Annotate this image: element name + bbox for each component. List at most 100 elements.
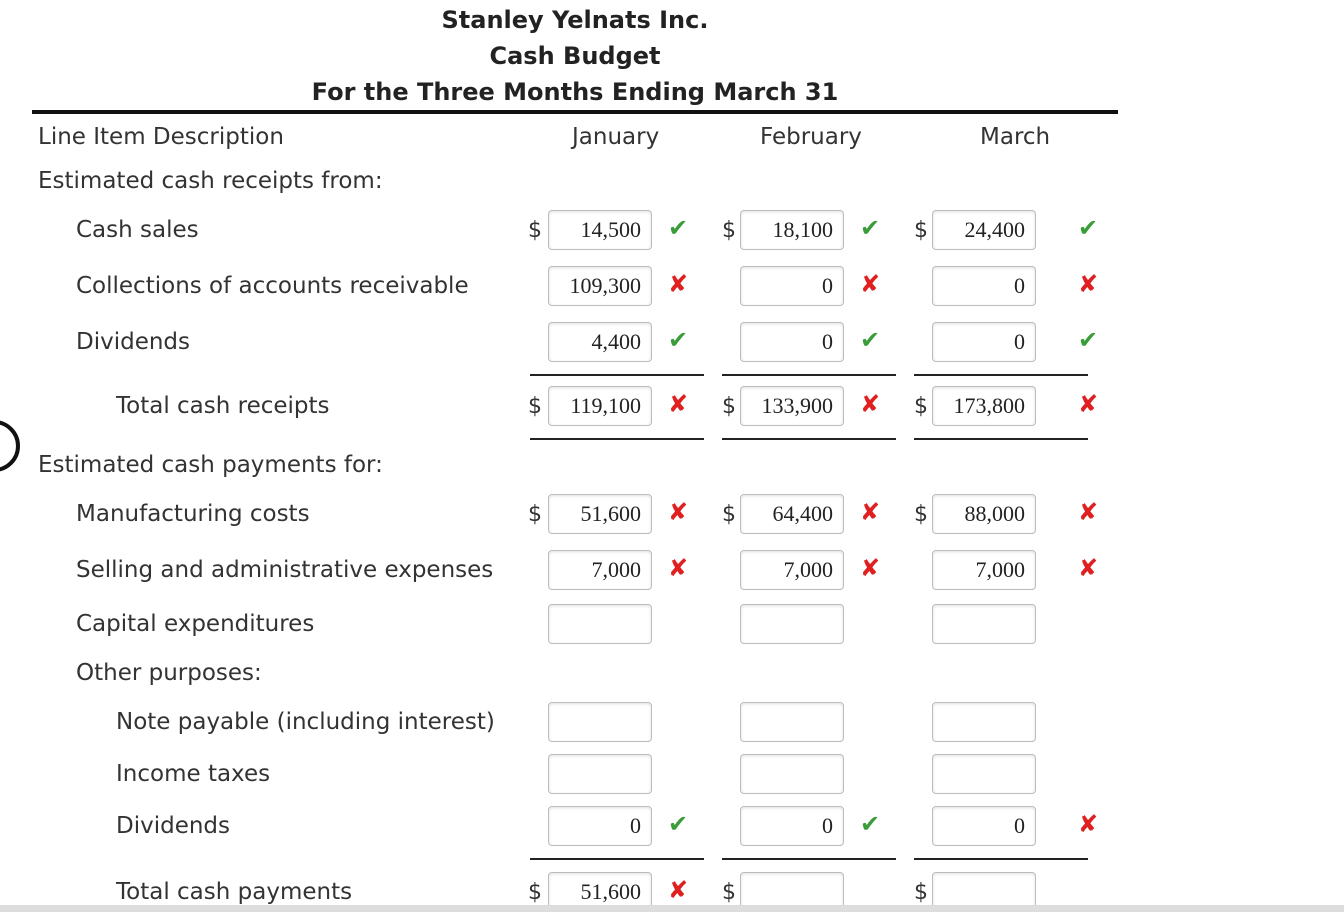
total-rule — [530, 374, 704, 376]
amount-value: 7,000 — [783, 557, 834, 582]
total-rule — [914, 374, 1088, 376]
amount-input-cash-sales-mar[interactable]: 24,400 — [932, 210, 1036, 250]
amount-input-collections-feb[interactable]: 0 — [740, 266, 844, 306]
currency-symbol: $ — [914, 218, 928, 243]
left-circle-edge — [0, 420, 20, 472]
amount-input-selling-mar[interactable]: 7,000 — [932, 550, 1036, 590]
section-payments: Estimated cash payments for: — [38, 452, 383, 478]
report-period: For the Three Months Ending March 31 — [311, 78, 839, 106]
row-label-total-receipts: Total cash receipts — [116, 393, 330, 419]
check-icon: ✔ — [668, 214, 689, 242]
total-rule — [722, 438, 896, 440]
row-label-income-taxes: Income taxes — [116, 761, 271, 787]
row-label-capital: Capital expenditures — [76, 611, 315, 637]
cross-icon: ✘ — [860, 270, 881, 298]
amount-value: 0 — [630, 813, 641, 838]
amount-input-selling-feb[interactable]: 7,000 — [740, 550, 844, 590]
section-receipts: Estimated cash receipts from: — [38, 168, 383, 194]
amount-input-collections-jan[interactable]: 109,300 — [548, 266, 652, 306]
column-header-february: February — [760, 124, 862, 150]
row-label-selling: Selling and administrative expenses — [76, 557, 494, 583]
amount-value: 133,900 — [761, 393, 834, 418]
amount-input-income-taxes-jan[interactable] — [548, 754, 652, 794]
check-icon: ✔ — [668, 326, 689, 354]
amount-value: 0 — [822, 329, 833, 354]
cross-icon: ✘ — [1078, 270, 1099, 298]
amount-input-cash-sales-feb[interactable]: 18,100 — [740, 210, 844, 250]
amount-input-collections-mar[interactable]: 0 — [932, 266, 1036, 306]
amount-value: 88,000 — [964, 501, 1026, 526]
amount-input-note-payable-jan[interactable] — [548, 702, 652, 742]
cross-icon: ✘ — [668, 390, 689, 418]
amount-value: 18,100 — [772, 217, 834, 242]
total-rule — [914, 858, 1088, 860]
amount-input-income-taxes-feb[interactable] — [740, 754, 844, 794]
cross-icon: ✘ — [668, 270, 689, 298]
amount-input-manufacturing-feb[interactable]: 64,400 — [740, 494, 844, 534]
cross-icon: ✘ — [860, 554, 881, 582]
check-icon: ✔ — [1078, 214, 1099, 242]
check-icon: ✔ — [668, 810, 689, 838]
amount-value: 7,000 — [975, 557, 1026, 582]
currency-symbol: $ — [914, 394, 928, 419]
cross-icon: ✘ — [1078, 498, 1099, 526]
window-bottom-edge — [0, 905, 1344, 912]
amount-input-total-receipts-mar[interactable]: 173,800 — [932, 386, 1036, 426]
check-icon: ✔ — [1078, 326, 1099, 354]
cross-icon: ✘ — [860, 390, 881, 418]
row-label-manufacturing: Manufacturing costs — [76, 501, 310, 527]
currency-symbol: $ — [528, 880, 542, 905]
amount-input-note-payable-mar[interactable] — [932, 702, 1036, 742]
row-label-collections: Collections of accounts receivable — [76, 273, 469, 299]
check-icon: ✔ — [860, 214, 881, 242]
amount-input-selling-jan[interactable]: 7,000 — [548, 550, 652, 590]
amount-input-total-receipts-feb[interactable]: 133,900 — [740, 386, 844, 426]
column-header-description: Line Item Description — [38, 124, 284, 150]
amount-value: 119,100 — [570, 393, 641, 418]
cross-icon: ✘ — [1078, 390, 1099, 418]
amount-input-capital-feb[interactable] — [740, 604, 844, 644]
amount-input-dividends-p-jan[interactable]: 0 — [548, 806, 652, 846]
amount-value: 4,400 — [591, 329, 642, 354]
amount-input-dividends-r-jan[interactable]: 4,400 — [548, 322, 652, 362]
total-rule — [530, 858, 704, 860]
row-label-dividends-r: Dividends — [76, 329, 191, 355]
amount-value: 0 — [1014, 813, 1025, 838]
amount-value: 0 — [822, 273, 833, 298]
cross-icon: ✘ — [668, 876, 689, 904]
amount-input-capital-mar[interactable] — [932, 604, 1036, 644]
check-icon: ✔ — [860, 326, 881, 354]
amount-value: 109,300 — [569, 273, 642, 298]
amount-input-manufacturing-mar[interactable]: 88,000 — [932, 494, 1036, 534]
amount-input-note-payable-feb[interactable] — [740, 702, 844, 742]
report-title: Cash Budget — [489, 42, 661, 70]
cross-icon: ✘ — [1078, 554, 1099, 582]
amount-input-capital-jan[interactable] — [548, 604, 652, 644]
amount-value: 0 — [1014, 273, 1025, 298]
header-rule — [32, 110, 1118, 114]
amount-value: 64,400 — [772, 501, 834, 526]
amount-input-dividends-p-mar[interactable]: 0 — [932, 806, 1036, 846]
row-label-note-payable: Note payable (including interest) — [116, 709, 495, 735]
cross-icon: ✘ — [860, 498, 881, 526]
currency-symbol: $ — [722, 502, 736, 527]
amount-value: 0 — [822, 813, 833, 838]
currency-symbol: $ — [528, 218, 542, 243]
section-other-purposes: Other purposes: — [76, 660, 262, 686]
amount-input-dividends-r-mar[interactable]: 0 — [932, 322, 1036, 362]
amount-value: 0 — [1014, 329, 1025, 354]
currency-symbol: $ — [528, 502, 542, 527]
company-name: Stanley Yelnats Inc. — [441, 6, 709, 34]
row-label-cash-sales: Cash sales — [76, 217, 199, 243]
cross-icon: ✘ — [1078, 810, 1099, 838]
cross-icon: ✘ — [668, 554, 689, 582]
total-rule — [530, 438, 704, 440]
amount-input-dividends-r-feb[interactable]: 0 — [740, 322, 844, 362]
amount-input-total-receipts-jan[interactable]: 119,100 — [548, 386, 652, 426]
amount-input-income-taxes-mar[interactable] — [932, 754, 1036, 794]
row-label-dividends-p: Dividends — [116, 813, 231, 839]
currency-symbol: $ — [914, 880, 928, 905]
amount-input-manufacturing-jan[interactable]: 51,600 — [548, 494, 652, 534]
amount-input-dividends-p-feb[interactable]: 0 — [740, 806, 844, 846]
amount-input-cash-sales-jan[interactable]: 14,500 — [548, 210, 652, 250]
